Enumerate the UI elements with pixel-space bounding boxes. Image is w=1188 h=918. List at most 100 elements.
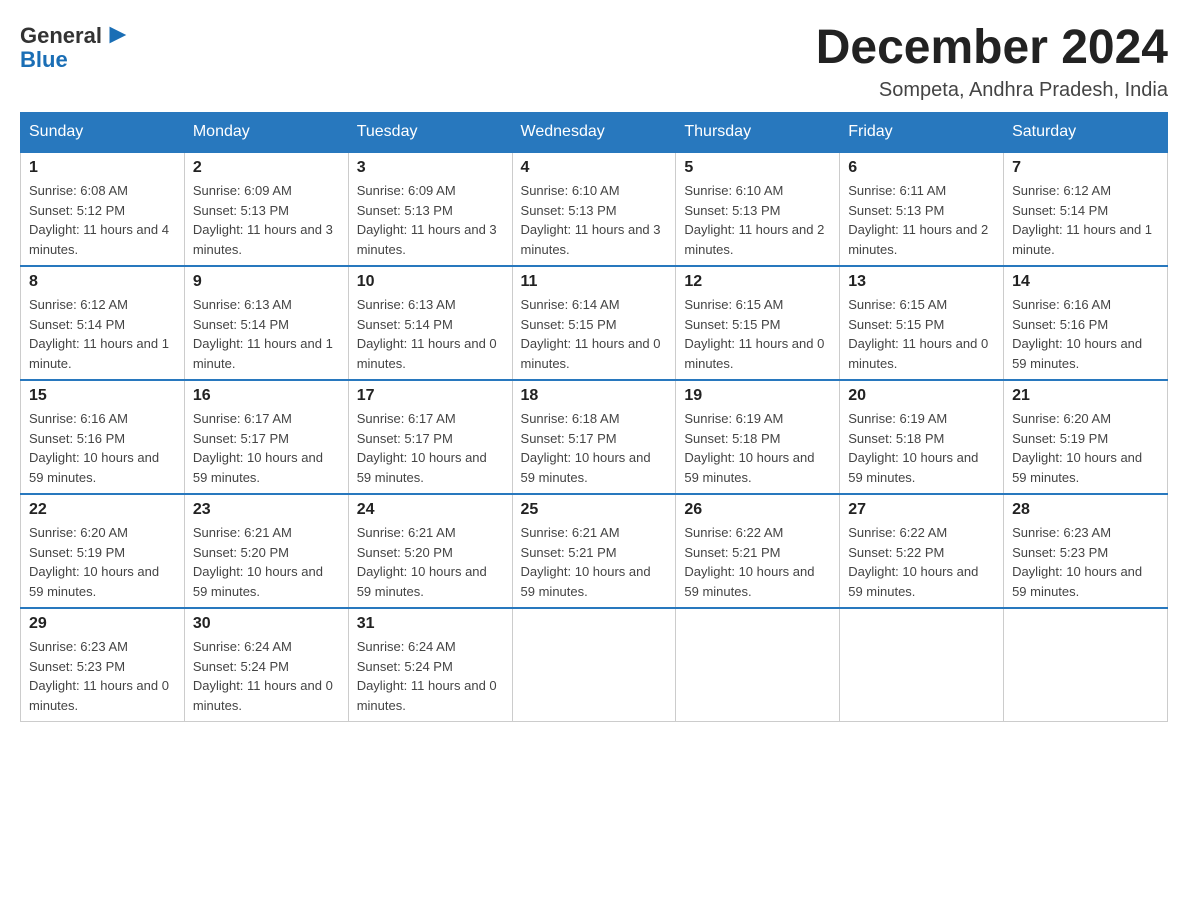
calendar-day-19: 19 Sunrise: 6:19 AM Sunset: 5:18 PM Dayl… — [676, 380, 840, 494]
logo-general-text: General — [20, 23, 102, 48]
location-title: Sompeta, Andhra Pradesh, India — [816, 79, 1168, 102]
day-number: 19 — [684, 387, 831, 405]
day-info: Sunrise: 6:08 AM Sunset: 5:12 PM Dayligh… — [29, 181, 176, 259]
calendar-day-30: 30 Sunrise: 6:24 AM Sunset: 5:24 PM Dayl… — [184, 608, 348, 722]
day-number: 7 — [1012, 159, 1159, 177]
day-info: Sunrise: 6:22 AM Sunset: 5:22 PM Dayligh… — [848, 523, 995, 601]
calendar-week-row: 29 Sunrise: 6:23 AM Sunset: 5:23 PM Dayl… — [21, 608, 1168, 722]
calendar-day-22: 22 Sunrise: 6:20 AM Sunset: 5:19 PM Dayl… — [21, 494, 185, 608]
calendar-day-11: 11 Sunrise: 6:14 AM Sunset: 5:15 PM Dayl… — [512, 266, 676, 380]
day-number: 28 — [1012, 501, 1159, 519]
day-info: Sunrise: 6:13 AM Sunset: 5:14 PM Dayligh… — [357, 295, 504, 373]
day-info: Sunrise: 6:24 AM Sunset: 5:24 PM Dayligh… — [193, 637, 340, 715]
day-number: 16 — [193, 387, 340, 405]
calendar-header-tuesday: Tuesday — [348, 113, 512, 153]
day-info: Sunrise: 6:10 AM Sunset: 5:13 PM Dayligh… — [521, 181, 668, 259]
day-info: Sunrise: 6:10 AM Sunset: 5:13 PM Dayligh… — [684, 181, 831, 259]
day-info: Sunrise: 6:21 AM Sunset: 5:20 PM Dayligh… — [193, 523, 340, 601]
day-number: 10 — [357, 273, 504, 291]
calendar-day-13: 13 Sunrise: 6:15 AM Sunset: 5:15 PM Dayl… — [840, 266, 1004, 380]
day-number: 26 — [684, 501, 831, 519]
calendar-week-row: 15 Sunrise: 6:16 AM Sunset: 5:16 PM Dayl… — [21, 380, 1168, 494]
calendar-day-1: 1 Sunrise: 6:08 AM Sunset: 5:12 PM Dayli… — [21, 152, 185, 266]
day-info: Sunrise: 6:22 AM Sunset: 5:21 PM Dayligh… — [684, 523, 831, 601]
calendar-header-wednesday: Wednesday — [512, 113, 676, 153]
day-info: Sunrise: 6:21 AM Sunset: 5:21 PM Dayligh… — [521, 523, 668, 601]
day-number: 17 — [357, 387, 504, 405]
calendar-day-26: 26 Sunrise: 6:22 AM Sunset: 5:21 PM Dayl… — [676, 494, 840, 608]
day-info: Sunrise: 6:19 AM Sunset: 5:18 PM Dayligh… — [848, 409, 995, 487]
calendar-day-24: 24 Sunrise: 6:21 AM Sunset: 5:20 PM Dayl… — [348, 494, 512, 608]
day-info: Sunrise: 6:23 AM Sunset: 5:23 PM Dayligh… — [29, 637, 176, 715]
calendar-day-25: 25 Sunrise: 6:21 AM Sunset: 5:21 PM Dayl… — [512, 494, 676, 608]
calendar-week-row: 1 Sunrise: 6:08 AM Sunset: 5:12 PM Dayli… — [21, 152, 1168, 266]
logo-icon: ► — [104, 18, 132, 49]
day-number: 20 — [848, 387, 995, 405]
day-number: 24 — [357, 501, 504, 519]
calendar-day-7: 7 Sunrise: 6:12 AM Sunset: 5:14 PM Dayli… — [1004, 152, 1168, 266]
day-number: 1 — [29, 159, 176, 177]
calendar-day-18: 18 Sunrise: 6:18 AM Sunset: 5:17 PM Dayl… — [512, 380, 676, 494]
day-number: 8 — [29, 273, 176, 291]
calendar-day-5: 5 Sunrise: 6:10 AM Sunset: 5:13 PM Dayli… — [676, 152, 840, 266]
day-number: 11 — [521, 273, 668, 291]
calendar-day-27: 27 Sunrise: 6:22 AM Sunset: 5:22 PM Dayl… — [840, 494, 1004, 608]
day-number: 23 — [193, 501, 340, 519]
calendar-day-16: 16 Sunrise: 6:17 AM Sunset: 5:17 PM Dayl… — [184, 380, 348, 494]
calendar-day-4: 4 Sunrise: 6:10 AM Sunset: 5:13 PM Dayli… — [512, 152, 676, 266]
day-number: 30 — [193, 615, 340, 633]
calendar-day-15: 15 Sunrise: 6:16 AM Sunset: 5:16 PM Dayl… — [21, 380, 185, 494]
calendar-day-31: 31 Sunrise: 6:24 AM Sunset: 5:24 PM Dayl… — [348, 608, 512, 722]
day-info: Sunrise: 6:17 AM Sunset: 5:17 PM Dayligh… — [193, 409, 340, 487]
day-info: Sunrise: 6:14 AM Sunset: 5:15 PM Dayligh… — [521, 295, 668, 373]
calendar-day-6: 6 Sunrise: 6:11 AM Sunset: 5:13 PM Dayli… — [840, 152, 1004, 266]
day-info: Sunrise: 6:20 AM Sunset: 5:19 PM Dayligh… — [1012, 409, 1159, 487]
day-number: 18 — [521, 387, 668, 405]
calendar-week-row: 8 Sunrise: 6:12 AM Sunset: 5:14 PM Dayli… — [21, 266, 1168, 380]
calendar-header-monday: Monday — [184, 113, 348, 153]
calendar-day-28: 28 Sunrise: 6:23 AM Sunset: 5:23 PM Dayl… — [1004, 494, 1168, 608]
day-number: 14 — [1012, 273, 1159, 291]
day-info: Sunrise: 6:24 AM Sunset: 5:24 PM Dayligh… — [357, 637, 504, 715]
calendar-header-sunday: Sunday — [21, 113, 185, 153]
calendar-day-20: 20 Sunrise: 6:19 AM Sunset: 5:18 PM Dayl… — [840, 380, 1004, 494]
day-info: Sunrise: 6:12 AM Sunset: 5:14 PM Dayligh… — [1012, 181, 1159, 259]
calendar-day-12: 12 Sunrise: 6:15 AM Sunset: 5:15 PM Dayl… — [676, 266, 840, 380]
calendar-day-3: 3 Sunrise: 6:09 AM Sunset: 5:13 PM Dayli… — [348, 152, 512, 266]
calendar-empty-cell — [676, 608, 840, 722]
day-number: 3 — [357, 159, 504, 177]
calendar-day-21: 21 Sunrise: 6:20 AM Sunset: 5:19 PM Dayl… — [1004, 380, 1168, 494]
calendar-empty-cell — [1004, 608, 1168, 722]
title-area: December 2024 Sompeta, Andhra Pradesh, I… — [816, 20, 1168, 102]
calendar-day-9: 9 Sunrise: 6:13 AM Sunset: 5:14 PM Dayli… — [184, 266, 348, 380]
calendar-day-14: 14 Sunrise: 6:16 AM Sunset: 5:16 PM Dayl… — [1004, 266, 1168, 380]
day-info: Sunrise: 6:15 AM Sunset: 5:15 PM Dayligh… — [684, 295, 831, 373]
day-info: Sunrise: 6:17 AM Sunset: 5:17 PM Dayligh… — [357, 409, 504, 487]
day-number: 2 — [193, 159, 340, 177]
day-info: Sunrise: 6:09 AM Sunset: 5:13 PM Dayligh… — [357, 181, 504, 259]
logo-blue-text: Blue — [20, 47, 68, 72]
day-info: Sunrise: 6:16 AM Sunset: 5:16 PM Dayligh… — [1012, 295, 1159, 373]
day-info: Sunrise: 6:23 AM Sunset: 5:23 PM Dayligh… — [1012, 523, 1159, 601]
calendar-week-row: 22 Sunrise: 6:20 AM Sunset: 5:19 PM Dayl… — [21, 494, 1168, 608]
calendar-day-8: 8 Sunrise: 6:12 AM Sunset: 5:14 PM Dayli… — [21, 266, 185, 380]
day-info: Sunrise: 6:16 AM Sunset: 5:16 PM Dayligh… — [29, 409, 176, 487]
calendar-empty-cell — [840, 608, 1004, 722]
day-number: 13 — [848, 273, 995, 291]
day-number: 5 — [684, 159, 831, 177]
page-header: General► Blue December 2024 Sompeta, And… — [20, 20, 1168, 102]
month-title: December 2024 — [816, 20, 1168, 75]
day-number: 15 — [29, 387, 176, 405]
calendar-day-17: 17 Sunrise: 6:17 AM Sunset: 5:17 PM Dayl… — [348, 380, 512, 494]
calendar-header-saturday: Saturday — [1004, 113, 1168, 153]
logo: General► Blue — [20, 20, 132, 72]
day-info: Sunrise: 6:12 AM Sunset: 5:14 PM Dayligh… — [29, 295, 176, 373]
day-number: 29 — [29, 615, 176, 633]
calendar-header-thursday: Thursday — [676, 113, 840, 153]
calendar-table: SundayMondayTuesdayWednesdayThursdayFrid… — [20, 112, 1168, 722]
day-info: Sunrise: 6:11 AM Sunset: 5:13 PM Dayligh… — [848, 181, 995, 259]
day-info: Sunrise: 6:09 AM Sunset: 5:13 PM Dayligh… — [193, 181, 340, 259]
day-number: 9 — [193, 273, 340, 291]
calendar-header-friday: Friday — [840, 113, 1004, 153]
day-info: Sunrise: 6:20 AM Sunset: 5:19 PM Dayligh… — [29, 523, 176, 601]
